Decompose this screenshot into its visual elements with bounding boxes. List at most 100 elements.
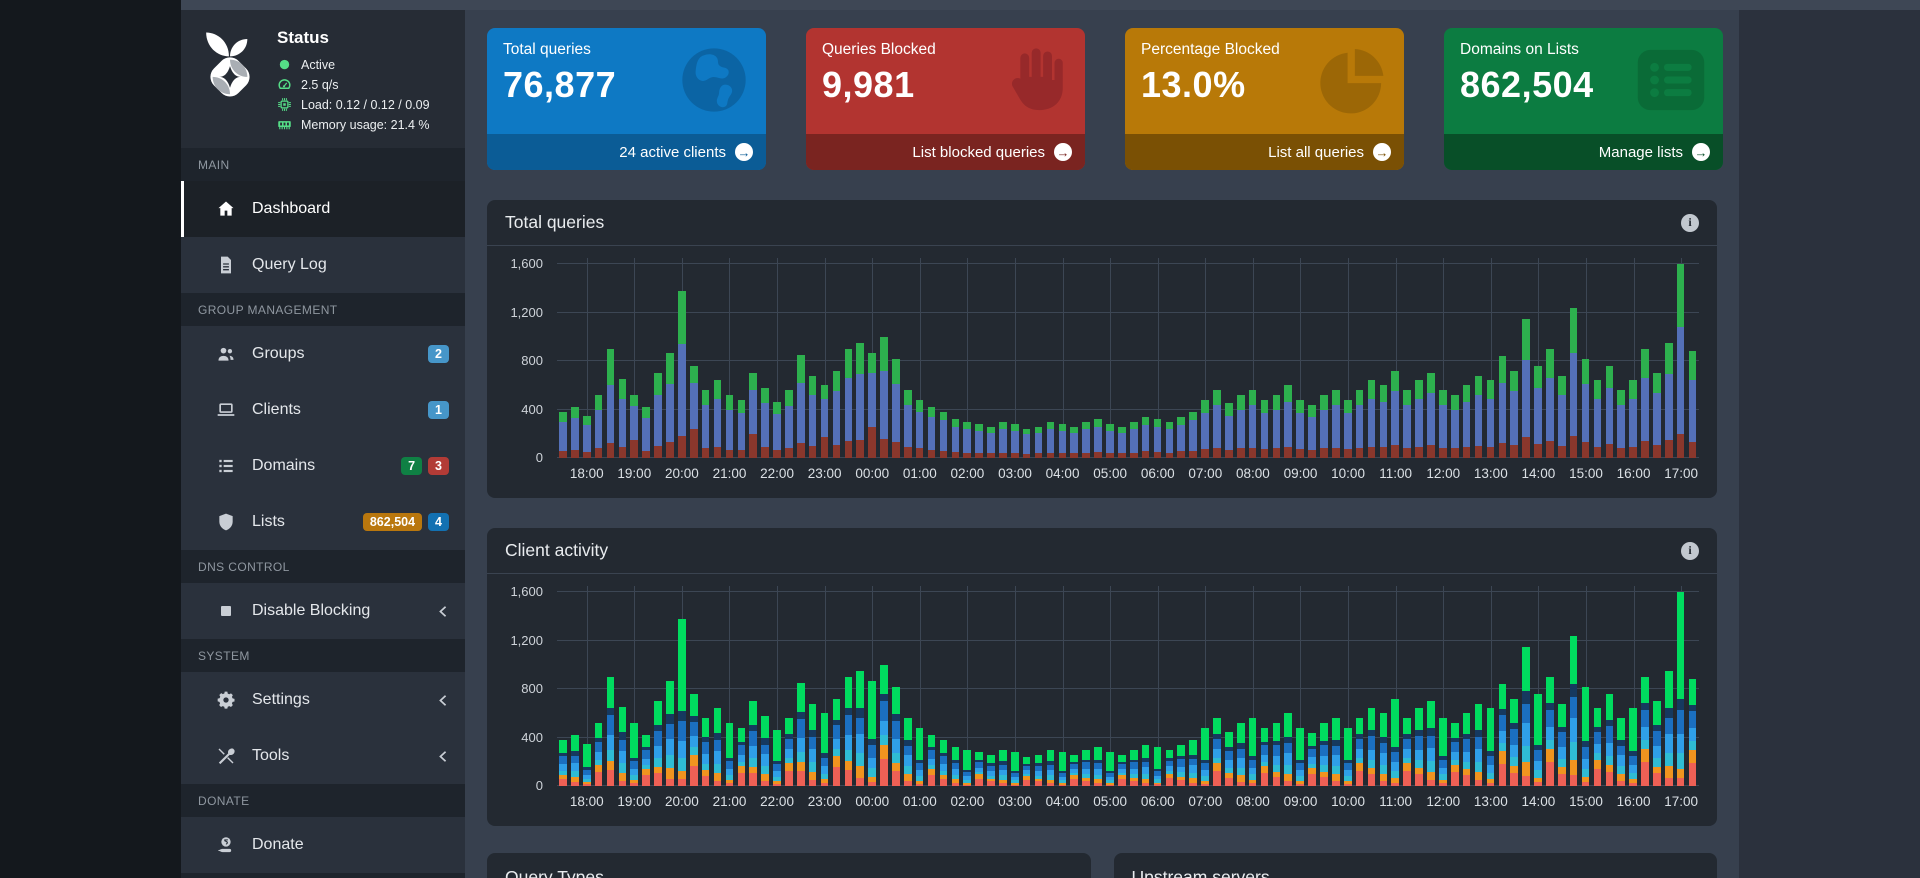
bar-segment bbox=[1367, 446, 1376, 458]
listalt-icon bbox=[1633, 42, 1709, 123]
sidebar-section-label: SYSTEM bbox=[181, 639, 465, 672]
bar-segment bbox=[844, 750, 853, 761]
bar-slot bbox=[1413, 258, 1425, 458]
bar-slot bbox=[664, 586, 676, 786]
stacked-bar bbox=[1189, 258, 1197, 458]
card-footer-link[interactable]: Manage lists → bbox=[1444, 134, 1723, 170]
x-axis-tick-label: 06:00 bbox=[1140, 466, 1175, 481]
sidebar-item-settings[interactable]: Settings bbox=[181, 672, 465, 728]
bar-segment bbox=[1629, 380, 1637, 399]
bar-segment bbox=[1320, 448, 1328, 458]
bar-segment bbox=[951, 419, 960, 427]
bar-slot bbox=[676, 586, 688, 786]
bar-segment bbox=[642, 750, 650, 759]
sidebar-item-groups[interactable]: Groups 2 bbox=[181, 326, 465, 382]
card-footer-link[interactable]: List blocked queries → bbox=[806, 134, 1085, 170]
bar-segment bbox=[1629, 765, 1637, 773]
bar-segment bbox=[868, 757, 876, 769]
bar-slot bbox=[712, 258, 724, 458]
bar-segment bbox=[594, 772, 603, 786]
bar-segment bbox=[606, 443, 615, 458]
bar-segment bbox=[880, 693, 888, 702]
bar-segment bbox=[749, 758, 757, 767]
bar-segment bbox=[1189, 450, 1197, 458]
bar-segment bbox=[666, 738, 674, 756]
bar-segment bbox=[1248, 447, 1257, 458]
bar-segment bbox=[1355, 405, 1364, 448]
bar-segment bbox=[1664, 766, 1673, 778]
bar-slot bbox=[1259, 258, 1271, 458]
bar-segment bbox=[939, 779, 948, 786]
client-activity-chart[interactable]: 0 400 800 1,200 1,600 18:00 19:00 20:00 21:00 22:… bbox=[487, 574, 1717, 826]
sidebar-item-clients[interactable]: Clients 1 bbox=[181, 382, 465, 438]
bar-segment bbox=[725, 394, 734, 410]
stacked-bar bbox=[642, 586, 650, 786]
bar-segment bbox=[666, 442, 674, 458]
sidebar-item-dashboard[interactable]: Dashboard bbox=[181, 181, 465, 237]
bar-segment bbox=[571, 407, 579, 419]
left-background-strip bbox=[0, 0, 181, 878]
stacked-bar bbox=[1070, 258, 1079, 458]
bar-segment bbox=[1355, 762, 1364, 772]
bar-segment bbox=[1581, 782, 1590, 786]
stacked-bar bbox=[1248, 586, 1257, 786]
bar-segment bbox=[1688, 728, 1697, 742]
bar-segment bbox=[1581, 747, 1590, 760]
bar-segment bbox=[808, 375, 817, 395]
bar-slot bbox=[1270, 258, 1282, 458]
card-footer-link[interactable]: List all queries → bbox=[1125, 134, 1404, 170]
bar-segment bbox=[915, 411, 924, 449]
sidebar-item-lists[interactable]: Lists 862,504 4 bbox=[181, 494, 465, 550]
bar-segment bbox=[606, 385, 615, 444]
bar-slot bbox=[842, 586, 854, 786]
bar-segment bbox=[666, 768, 674, 779]
bar-segment bbox=[1189, 782, 1197, 786]
bar-segment bbox=[559, 756, 567, 765]
bar-segment bbox=[737, 413, 746, 450]
bar-segment bbox=[582, 415, 591, 426]
bar-slot bbox=[747, 586, 759, 786]
bar-segment bbox=[1415, 735, 1423, 750]
bar-slot bbox=[961, 586, 973, 786]
bar-segment bbox=[1605, 764, 1614, 773]
bar-segment bbox=[1236, 448, 1245, 458]
bar-segment bbox=[963, 784, 972, 786]
bar-segment bbox=[1320, 745, 1328, 757]
bar-slot bbox=[819, 586, 831, 786]
bar-segment bbox=[939, 740, 948, 753]
sidebar-item-domains[interactable]: Domains 7 3 bbox=[181, 438, 465, 494]
sidebar-item-donate[interactable]: Donate bbox=[181, 817, 465, 873]
sidebar-item-disable-blocking[interactable]: Disable Blocking bbox=[181, 583, 465, 639]
bar-slot bbox=[735, 258, 747, 458]
total-queries-chart[interactable]: 0 400 800 1,200 1,600 18:00 19:00 20:00 21:00 22:… bbox=[487, 246, 1717, 498]
card-footer-link[interactable]: 24 active clients → bbox=[487, 134, 766, 170]
bar-segment bbox=[1046, 783, 1055, 786]
stacked-bar bbox=[630, 258, 639, 458]
bar-segment bbox=[1248, 759, 1257, 768]
bar-segment bbox=[1213, 749, 1221, 758]
sidebar-item-query-log[interactable]: Query Log bbox=[181, 237, 465, 293]
bar-segment bbox=[1546, 748, 1554, 762]
bar-segment bbox=[1629, 398, 1637, 447]
stacked-bar bbox=[1260, 586, 1269, 786]
bar-segment bbox=[1427, 780, 1435, 786]
bar-slot bbox=[1080, 258, 1092, 458]
bar-segment bbox=[1355, 447, 1364, 458]
stacked-bar bbox=[1510, 258, 1518, 458]
stacked-bar bbox=[1201, 258, 1209, 458]
info-icon[interactable]: i bbox=[1681, 213, 1699, 232]
bar-segment bbox=[1546, 348, 1554, 379]
bar-segment bbox=[1141, 744, 1150, 759]
bar-segment bbox=[606, 769, 615, 786]
bar-segment bbox=[1427, 445, 1435, 458]
bar-segment bbox=[1308, 774, 1316, 786]
bar-segment bbox=[1070, 779, 1079, 786]
info-icon[interactable]: i bbox=[1681, 541, 1699, 560]
y-axis-tick-label: 1,200 bbox=[510, 632, 543, 648]
stacked-bar bbox=[1581, 586, 1590, 786]
sidebar-item-tools[interactable]: Tools bbox=[181, 728, 465, 784]
bar-segment bbox=[1534, 693, 1542, 745]
bar-segment bbox=[749, 773, 757, 786]
stacked-bar bbox=[963, 586, 972, 786]
bar-segment bbox=[1022, 756, 1031, 764]
